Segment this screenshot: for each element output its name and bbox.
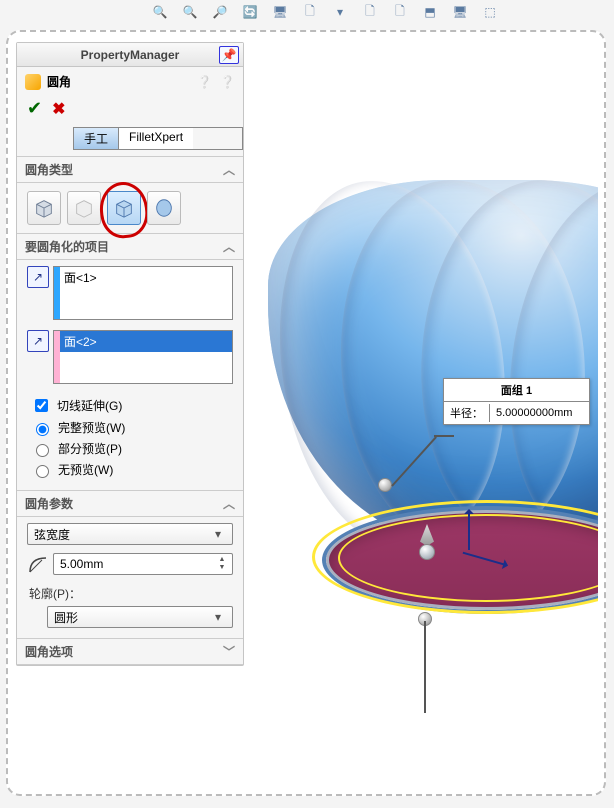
callout-leader — [424, 621, 426, 713]
section-items[interactable]: 要圆角化的项目 ︿ — [17, 233, 243, 260]
popout-icon[interactable]: ↗ — [27, 266, 49, 288]
radio-input[interactable] — [36, 465, 49, 478]
fillet-type-full[interactable] — [147, 191, 181, 225]
section-fillet-type[interactable]: 圆角类型 ︿ — [17, 156, 243, 183]
pm-title: PropertyManager — [17, 48, 243, 62]
full-preview-radio[interactable]: 完整预览(W) — [27, 417, 233, 438]
top-toolbar: 🔍 🔍 🔎 🔄 🖥 🗋 ▾ 🗋 🗋 ⬒ 🖥 ⬚ — [0, 2, 614, 30]
model — [268, 180, 598, 720]
collapse-icon[interactable]: ︿ — [223, 495, 235, 512]
section-label: 圆角类型 — [25, 161, 73, 178]
tool-icon[interactable]: 🗋 — [360, 2, 380, 22]
tangent-propagation-checkbox[interactable]: 切线延伸(G) — [27, 394, 233, 417]
tool-icon[interactable]: 🔎 — [210, 2, 230, 22]
chevron-down-icon: ▾ — [210, 610, 226, 624]
pm-header: PropertyManager 📌 — [17, 43, 243, 67]
fillet-type-row — [17, 183, 243, 233]
tab-manual[interactable]: 手工 — [74, 128, 119, 149]
tool-icon[interactable]: 🖥 — [450, 2, 470, 22]
ok-button[interactable]: ✔ — [27, 98, 42, 119]
face-set-2-list[interactable]: 面<2> — [53, 330, 233, 384]
section-label: 圆角参数 — [25, 495, 73, 512]
radio-input[interactable] — [36, 423, 49, 436]
tool-icon[interactable]: 🔄 — [240, 2, 260, 22]
checkbox-input[interactable] — [35, 399, 48, 412]
section-params[interactable]: 圆角参数 ︿ — [17, 490, 243, 517]
partial-preview-radio[interactable]: 部分预览(P) — [27, 438, 233, 459]
input-value: 5.00mm — [60, 557, 103, 571]
dropdown-value: 弦宽度 — [34, 526, 70, 543]
tool-icon[interactable]: ⬒ — [420, 2, 440, 22]
callout-face-group-1[interactable]: 面组 1 半径： 5.00000000mm — [443, 378, 590, 425]
mode-tabs: 手工 FilletXpert — [73, 127, 243, 150]
popout-icon[interactable]: ↗ — [27, 330, 49, 352]
list-item[interactable]: 面<1> — [54, 267, 232, 288]
feature-row: 圆角 ❔ ❔ — [17, 67, 243, 96]
callout-title: 面组 1 — [444, 379, 589, 402]
tool-icon[interactable]: 🖥 — [270, 2, 290, 22]
fillet-type-constant[interactable] — [27, 191, 61, 225]
help-icon[interactable]: ❔ — [220, 75, 235, 89]
fillet-type-face[interactable] — [107, 191, 141, 225]
tool-icon[interactable]: 🗋 — [300, 2, 320, 22]
radio-label: 部分预览(P) — [58, 440, 122, 457]
face-set-1-list[interactable]: 面<1> — [53, 266, 233, 320]
help-icon[interactable]: ❔ — [197, 75, 212, 89]
checkbox-label: 切线延伸(G) — [57, 397, 122, 414]
window-frame: PropertyManager 📌 圆角 ❔ ❔ ✔ ✖ 手工 FilletXp… — [6, 30, 606, 796]
callout-radius-value[interactable]: 5.00000000mm — [489, 404, 589, 422]
radio-label: 完整预览(W) — [58, 419, 125, 436]
profile-dropdown[interactable]: 圆形 ▾ — [47, 606, 233, 628]
profile-label: 轮廓(P)： — [29, 585, 231, 602]
ok-cancel-row: ✔ ✖ — [17, 96, 243, 127]
collapse-icon[interactable]: ︿ — [223, 238, 235, 255]
list-item[interactable]: 面<2> — [54, 331, 232, 352]
radio-input[interactable] — [36, 444, 49, 457]
tool-icon[interactable]: 🗋 — [390, 2, 410, 22]
section-options[interactable]: 圆角选项 ﹀ — [17, 638, 243, 665]
pin-icon[interactable]: 📌 — [219, 46, 239, 64]
dropdown-value: 圆形 — [54, 609, 78, 626]
method-dropdown[interactable]: 弦宽度 ▾ — [27, 523, 233, 545]
tool-icon[interactable]: ⬚ — [480, 2, 500, 22]
chevron-down-icon: ▾ — [210, 527, 226, 541]
origin-triad — [468, 550, 470, 552]
callout-leader — [434, 435, 454, 437]
collapse-icon[interactable]: ︿ — [223, 161, 235, 178]
model-body[interactable] — [268, 180, 598, 550]
tool-icon[interactable]: 🔍 — [180, 2, 200, 22]
section-label: 要圆角化的项目 — [25, 238, 109, 255]
expand-icon[interactable]: ﹀ — [223, 643, 235, 660]
radio-label: 无预览(W) — [58, 461, 113, 478]
section-label: 圆角选项 — [25, 643, 73, 660]
cancel-button[interactable]: ✖ — [52, 99, 65, 119]
spinner[interactable]: ▲▼ — [214, 556, 230, 572]
graphics-viewport[interactable]: 面组 1 半径： 5.00000000mm 面组 2 — [248, 42, 598, 788]
fillet-icon — [25, 74, 41, 90]
feature-name: 圆角 — [47, 73, 71, 90]
callout-radius-label: 半径： — [444, 402, 489, 424]
tool-icon[interactable]: ▾ — [330, 2, 350, 22]
tab-filletxpert[interactable]: FilletXpert — [119, 128, 193, 149]
property-manager-panel: PropertyManager 📌 圆角 ❔ ❔ ✔ ✖ 手工 FilletXp… — [16, 42, 244, 666]
radius-input[interactable]: 5.00mm ▲▼ — [53, 553, 233, 575]
drag-handle-icon[interactable] — [419, 544, 435, 560]
no-preview-radio[interactable]: 无预览(W) — [27, 459, 233, 480]
radius-icon — [27, 553, 49, 575]
tool-icon[interactable]: 🔍 — [150, 2, 170, 22]
fillet-type-variable[interactable] — [67, 191, 101, 225]
